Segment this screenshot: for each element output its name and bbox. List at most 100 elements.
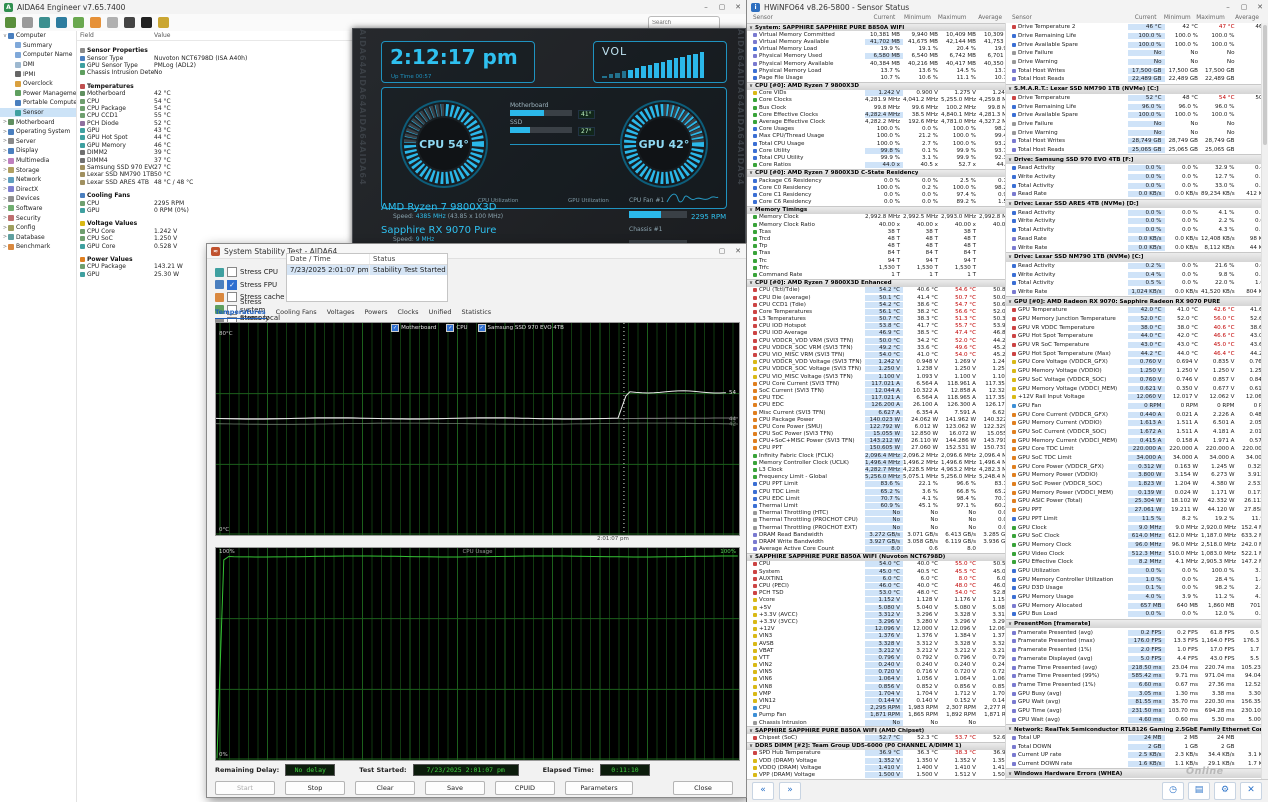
sensor-row[interactable]: PCH TSD53.0 °C48.0 °C54.0 °C52.8 °C	[747, 590, 1005, 597]
start-button[interactable]: Start	[215, 781, 275, 795]
sensor-group-header[interactable]: ∨GPU [#0]: AMD Radeon RX 9070: Sapphire …	[1006, 296, 1262, 306]
sidebar-item-network[interactable]: >Network	[0, 175, 76, 185]
sensor-group-header[interactable]: ∨Drive: Lexar SSD ARES 4TB (NVMe) [D:]	[1006, 199, 1262, 209]
sensor-row[interactable]: VMP1.704 V1.704 V1.712 V1.704 V	[747, 690, 1005, 697]
sidebar-item-directx[interactable]: >DirectX	[0, 185, 76, 195]
sensor-row[interactable]: VTT0.796 V0.792 V0.796 V0.796 V	[747, 654, 1005, 661]
sensor-row[interactable]: Chassis IntrusionNoNoNo	[747, 719, 1005, 726]
sensor-row[interactable]: CPU (Tctl/Tdie)54.2 °C40.6 °C54.6 °C50.8…	[747, 287, 1005, 294]
sensor-row[interactable]: System45.0 °C40.5 °C45.5 °C45.0 °C	[747, 568, 1005, 575]
sensor-group-header[interactable]: ∨Drive: Samsung SSD 970 EVO 4TB [F:]	[1006, 154, 1262, 164]
tab-voltages[interactable]: Voltages	[327, 308, 355, 319]
stress-option-stress-fpu[interactable]: ✓Stress FPU	[213, 279, 285, 292]
sensor-row[interactable]: CPU2,295 RPM1,983 RPM2,307 RPM2,277 RPM	[747, 705, 1005, 712]
sensor-row[interactable]: GPU SoC Current (VDDCR_SOC)1.672 A1.511 …	[1006, 428, 1262, 437]
sensor-row[interactable]: GPU Core TDC Limit220.000 A220.000 A220.…	[1006, 445, 1262, 454]
sensor-row[interactable]: GPU Video Clock512.3 MHz510.0 MHz1,083.0…	[1006, 549, 1262, 558]
sensor-row[interactable]: Package C6 Residency0.0 %0.0 %2.5 %0.1 %	[747, 177, 1005, 184]
sensor-row[interactable]: CPU Wait (avg)4.60 ms0.60 ms5.30 ms5.00 …	[1006, 715, 1262, 724]
sensor-row[interactable]: Page File Usage10.7 %10.6 %11.1 %10.7 %	[747, 74, 1005, 81]
sensor-row[interactable]: Thermal Throttling (HTC)NoNoNo0.0 %	[747, 510, 1005, 517]
sensor-row[interactable]: Core C1 Residency0.0 %0.0 %97.4 %0.9 %	[747, 191, 1005, 198]
sensor-row[interactable]: CPU EDC Limit70.7 %4.1 %98.4 %70.7 %	[747, 495, 1005, 502]
sensor-row[interactable]: VPP (DRAM) Voltage1.500 V1.500 V1.512 V1…	[747, 771, 1005, 778]
sensor-row[interactable]: GPU PPT Limit11.5 %8.2 %19.2 %11.9 %	[1006, 515, 1262, 524]
sensor-row[interactable]: Virtual Memory Available41,702 MB41,675 …	[747, 38, 1005, 45]
sensor-row[interactable]: SoC Current (SVI3 TFN)12.044 A10.322 A12…	[747, 387, 1005, 394]
cpuid-icon[interactable]	[141, 17, 152, 28]
sensor-row[interactable]: Drive FailureNoNoNo	[1006, 49, 1262, 58]
sensor-row[interactable]: GPU Hot Spot Temperature (Max)44.2 °C44.…	[1006, 349, 1262, 358]
sensor-row[interactable]: Framerate Presented (max)176.0 FPS13.3 F…	[1006, 637, 1262, 646]
sensor-row[interactable]: Max CPU/Thread Usage100.0 %21.2 %100.0 %…	[747, 133, 1005, 140]
sensor-row[interactable]: VDDQ (DRAM) Voltage1.410 V1.400 V1.410 V…	[747, 764, 1005, 771]
sensor-row[interactable]: Core C6 Residency0.0 %0.0 %89.2 %1.5 %	[747, 199, 1005, 206]
sensor-row[interactable]: Total Host Writes17,500 GB17,500 GB17,50…	[1006, 66, 1262, 75]
tab-statistics[interactable]: Statistics	[461, 308, 491, 319]
sensor-row[interactable]: Drive Remaining Life96.0 %96.0 %96.0 %	[1006, 102, 1262, 111]
collapse-icon[interactable]: ∨	[1006, 726, 1014, 732]
sensor-row[interactable]: SPD Hub Temperature36.9 °C36.3 °C38.3 °C…	[747, 750, 1005, 757]
sidebar-item-database[interactable]: >Database	[0, 232, 76, 242]
sensor-row[interactable]: CPU VIO_MISC Voltage (SVI3 TFN)1.100 V1.…	[747, 373, 1005, 380]
collapse-icon[interactable]: ∨	[1006, 201, 1014, 207]
sensor-row[interactable]: GPU Memory Junction Temperature52.0 °C52…	[1006, 315, 1262, 324]
remote-icon[interactable]	[39, 17, 50, 28]
sensor-row[interactable]: GPU Memory Power (VDDCI_MEM)0.139 W0.024…	[1006, 488, 1262, 497]
sensor-row[interactable]: Average Effective Clock4,282.2 MHz192.6 …	[747, 118, 1005, 125]
sensor-row[interactable]: CPU PPT Limit83.6 %22.1 %96.6 %83.1 %	[747, 481, 1005, 488]
settings-gear-icon[interactable]: ⚙	[1214, 782, 1236, 800]
collapse-icon[interactable]: ∨	[747, 25, 755, 31]
maximize-icon[interactable]: ▢	[714, 1, 730, 14]
sensor-row[interactable]: GPU Memory Voltage (VDDIO)1.250 V1.250 V…	[1006, 367, 1262, 376]
sensor-row[interactable]: GPU Memory Voltage (VDDCI_MEM)0.621 V0.3…	[1006, 384, 1262, 393]
sensor-row[interactable]: Chipset (SoC)52.7 °C52.3 °C53.7 °C52.6 °…	[747, 734, 1005, 741]
sensor-row[interactable]: Memory Clock2,992.8 MHz2,992.5 MHz2,993.…	[747, 214, 1005, 221]
collapse-icon[interactable]: ∨	[1006, 157, 1014, 163]
sensor-row[interactable]: Total Activity0.5 %0.0 %22.0 %1.0 %	[1006, 279, 1262, 288]
sensor-row[interactable]: Total UP24 MB2 MB24 MB	[1006, 734, 1262, 743]
tab-powers[interactable]: Powers	[364, 308, 387, 319]
sensor-row[interactable]: CPU TDC117.021 A6.564 A118.965 A117.358 …	[747, 395, 1005, 402]
sensor-row[interactable]: Core Usages100.0 %0.0 %100.0 %98.2 %	[747, 126, 1005, 133]
sensor-row[interactable]: Read Rate0.0 KB/s0.0 KB/s89,234 KB/s412 …	[1006, 190, 1262, 199]
legend-checkbox[interactable]: ✓	[391, 324, 399, 332]
sensor-row[interactable]: Tras84 T84 T84 T	[747, 250, 1005, 257]
sensor-row[interactable]: CPU IOD Average46.9 °C38.5 °C47.4 °C46.8…	[747, 330, 1005, 337]
sensor-row[interactable]: VBAT3.212 V3.212 V3.212 V3.212 V	[747, 647, 1005, 654]
legend-item[interactable]: ✓Samsung SSD 970 EVO 4TB	[478, 324, 564, 332]
sensor-row[interactable]: Total Host Writes28,749 GB28,749 GB28,74…	[1006, 137, 1262, 146]
prev-page-icon[interactable]: «	[752, 782, 774, 800]
sensor-row[interactable]: Core Temperatures56.1 °C38.2 °C56.6 °C52…	[747, 308, 1005, 315]
sensor-row[interactable]: Write Activity0.4 %0.0 %9.8 %0.5 %	[1006, 270, 1262, 279]
column-header-minimum[interactable]: Minimum	[1160, 15, 1194, 21]
collapse-icon[interactable]: ∨	[747, 170, 755, 176]
collapse-icon[interactable]: ∨	[747, 728, 755, 734]
sensor-row[interactable]: GPU Core Voltage (VDDCR_GFX)0.760 V0.694…	[1006, 358, 1262, 367]
reset-clock-icon[interactable]: ◷	[1162, 782, 1184, 800]
sensor-row[interactable]: GPU Temperature42.0 °C41.0 °C42.6 °C41.6…	[1006, 306, 1262, 315]
sidebar-item-ipmi[interactable]: IPMI	[0, 69, 76, 79]
sensor-row[interactable]: Total CPU Usage100.0 %2.7 %100.0 %93.2 %	[747, 140, 1005, 147]
sensor-row[interactable]: VDD (DRAM) Voltage1.352 V1.350 V1.352 V1…	[747, 757, 1005, 764]
sensor-row[interactable]: GPU VR SoC Temperature43.0 °C43.0 °C45.0…	[1006, 341, 1262, 350]
sensor-row[interactable]: Physical Memory Used6,580 MB6,540 MB6,74…	[747, 53, 1005, 60]
sensor-row[interactable]: GPU Bus Load0.0 %0.0 %12.0 %0.3 %	[1006, 610, 1262, 619]
sensor-row[interactable]: Framerate Presented (avg)0.2 FPS0.2 FPS6…	[1006, 628, 1262, 637]
sensor-row[interactable]: Core Clocks4,281.9 MHz4,041.2 MHz5,255.0…	[747, 97, 1005, 104]
sensor-row[interactable]: Total DOWN2 GB1 GB2 GB	[1006, 742, 1262, 751]
sidebar-item-operating-system[interactable]: >Operating System	[0, 127, 76, 137]
sensor-row[interactable]: Average Active Core Count8.00.68.07.9	[747, 546, 1005, 553]
sensor-row[interactable]: Core Effective Clocks4,282.4 MHz38.5 MHz…	[747, 111, 1005, 118]
sensor-row[interactable]: GPU Time (avg)231.50 ms103.70 ms694.28 m…	[1006, 707, 1262, 716]
sensor-row[interactable]: Read Activity0.2 %0.0 %21.6 %0.6 %	[1006, 262, 1262, 271]
sensor-row[interactable]: Framerate Displayed (avg)5.0 FPS4.4 FPS4…	[1006, 655, 1262, 664]
sensor-group-header[interactable]: ∨SAPPHIRE SAPPHIRE PURE B850A WIFI (Nuvo…	[747, 553, 1005, 561]
sensor-row[interactable]: CPU PPT150.605 W27.060 W152.531 W150.731…	[747, 445, 1005, 452]
sensor-row[interactable]: CPU VDDCR_SOC VRM (SVI3 TFN)49.2 °C33.6 …	[747, 344, 1005, 351]
sensor-row[interactable]: Total Activity0.0 %0.0 %4.3 %0.1 %	[1006, 226, 1262, 235]
sidebar-item-computer-name[interactable]: Computer Name	[0, 50, 76, 60]
sensor-row[interactable]: Physical Memory Available40,384 MB40,216…	[747, 60, 1005, 67]
maximize-icon[interactable]: ▢	[1236, 1, 1252, 14]
sensor-row[interactable]: Read Rate0.0 KB/s0.0 KB/s12,408 KB/s98 K…	[1006, 235, 1262, 244]
